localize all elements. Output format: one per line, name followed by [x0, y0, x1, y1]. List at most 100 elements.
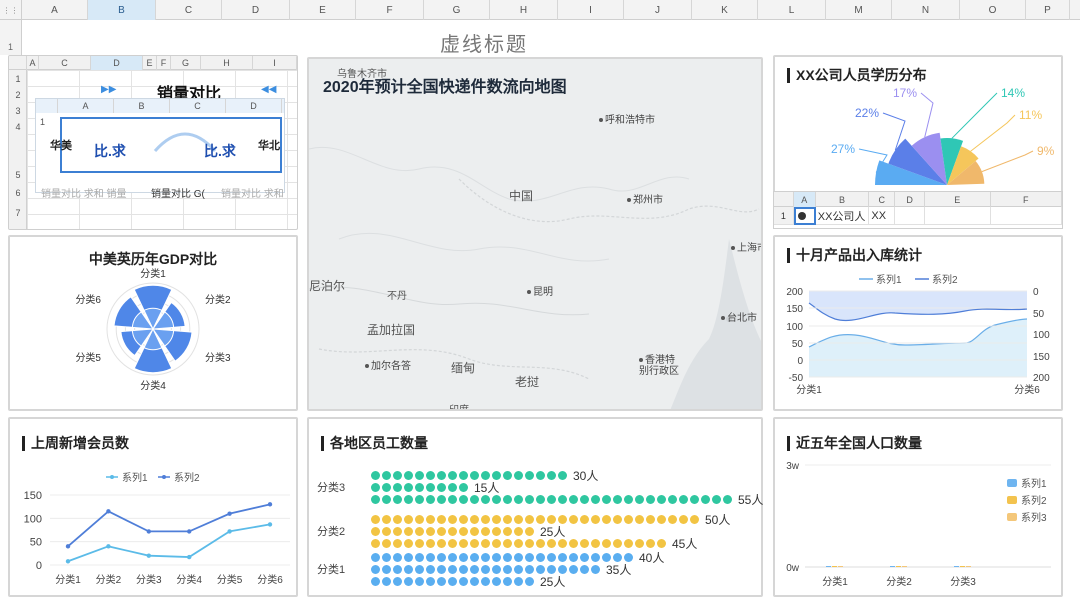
column-header-h[interactable]: H	[490, 0, 558, 20]
dot-mark	[382, 495, 391, 504]
education-sheet-header: ABCDEF	[774, 192, 1062, 207]
dot-mark	[569, 515, 578, 524]
cell-formula-2[interactable]: 比.求	[204, 141, 236, 161]
cell-b1[interactable]: XX公司人	[815, 207, 870, 225]
stock-panel: 十月产品出入库统计 系列1 系列2 200 150 100 50 0 -50 0 50 100 150…	[773, 235, 1063, 411]
row6-left-cell[interactable]: 销量对比 求和 销量	[41, 185, 127, 200]
sheet-row-1[interactable]: 1	[9, 74, 27, 84]
map-place-label[interactable]: 香港特别行政区	[639, 355, 679, 377]
map-place-label[interactable]: 乌鲁木齐市	[337, 65, 387, 80]
map-place-label[interactable]: 呼和浩特市	[599, 111, 655, 126]
sheet-column-f[interactable]: F	[991, 192, 1062, 207]
map-place-label[interactable]: 老挝	[515, 373, 539, 390]
dot-mark	[580, 539, 589, 548]
sheet-row-2[interactable]: 2	[9, 90, 27, 100]
column-header-f[interactable]: F	[356, 0, 424, 20]
axis-tick-label: 分类6	[257, 573, 283, 586]
dot-mark	[613, 539, 622, 548]
bar-value-label: 40人	[639, 551, 665, 565]
sheet-column-c[interactable]: C	[869, 192, 896, 207]
map-place-label[interactable]: 孟加拉国	[367, 321, 415, 338]
column-header-g[interactable]: G	[424, 0, 490, 20]
map-place-label[interactable]: 郑州市	[627, 191, 663, 206]
map-place-label[interactable]: 尼泊尔	[309, 277, 345, 294]
sales-comparison-sheet[interactable]: ACDEFGHI 1234567 ▶▶ ◀◀ 销量对比 ABCD 1 华美 比.…	[8, 55, 298, 230]
map-place-label[interactable]: 上海市	[731, 239, 761, 254]
legend-label: 系列2	[932, 273, 958, 286]
nested-column-a[interactable]: A	[58, 99, 114, 113]
map-place-label[interactable]: 印度	[449, 401, 469, 409]
cell-c1[interactable]: XX	[869, 207, 896, 225]
cell-formula-1[interactable]: 比.求	[94, 141, 126, 161]
column-header-e[interactable]: E	[290, 0, 356, 20]
column-header-l[interactable]: L	[758, 0, 826, 20]
axis-tick-label: 50	[30, 537, 42, 549]
legend-item: 系列3	[1007, 509, 1047, 524]
map-place-label[interactable]: 缅甸	[451, 359, 475, 376]
sheet-column-e[interactable]: E	[925, 192, 991, 207]
data-point	[227, 529, 232, 534]
map-place-label[interactable]: 台北市	[721, 309, 757, 324]
education-sheet-row[interactable]: 1 XX公司人 XX	[774, 207, 1062, 225]
dot-mark	[448, 495, 457, 504]
column-header-b[interactable]: B	[88, 0, 156, 20]
sheet-column-e[interactable]: E	[143, 56, 157, 70]
dot-mark	[624, 495, 633, 504]
population-title-text: 近五年全国人口数量	[796, 435, 922, 451]
row-number[interactable]: 1	[0, 42, 21, 52]
sheet-row-6[interactable]: 6	[9, 188, 27, 198]
column-header-i[interactable]: I	[558, 0, 624, 20]
column-header-p[interactable]: P	[1026, 0, 1070, 20]
nested-column-c[interactable]: C	[170, 99, 226, 113]
column-header-m[interactable]: M	[826, 0, 892, 20]
sheet-corner[interactable]	[774, 192, 794, 207]
sheet-corner[interactable]	[9, 56, 27, 70]
nested-column-d[interactable]: D	[226, 99, 282, 113]
map-place-label[interactable]: 不丹	[387, 287, 407, 302]
nested-corner[interactable]	[36, 99, 58, 113]
nested-sheet[interactable]: ABCD 1 华美 比.求 比.求 华北	[35, 98, 285, 193]
map-place-label[interactable]: 昆明	[527, 283, 553, 298]
column-header-d[interactable]: D	[222, 0, 290, 20]
column-header-a[interactable]: A	[22, 0, 88, 20]
sheet-column-a[interactable]: A	[793, 192, 816, 207]
column-header-o[interactable]: O	[960, 0, 1026, 20]
nested-column-b[interactable]: B	[114, 99, 170, 113]
map-place-label[interactable]: 中国	[509, 187, 533, 204]
axis-tick-label: 0	[1033, 287, 1039, 298]
column-header-j[interactable]: J	[624, 0, 692, 20]
bar-mark	[966, 566, 971, 567]
row6-mid-cell[interactable]: 销量对比 G(	[151, 185, 205, 200]
column-header-k[interactable]: K	[692, 0, 758, 20]
dot-mark	[668, 495, 677, 504]
sheet-column-g[interactable]: G	[171, 56, 201, 70]
row6-right-cell[interactable]: 销量对比 求和	[221, 185, 284, 200]
sheet-row-7[interactable]: 7	[9, 208, 27, 218]
sheet-column-i[interactable]: I	[253, 56, 297, 70]
sheet-row-4[interactable]: 4	[9, 122, 27, 132]
sheet-column-f[interactable]: F	[157, 56, 171, 70]
grid-icon[interactable]: ⋮⋮	[0, 0, 22, 20]
sheet-column-a[interactable]: A	[27, 56, 39, 70]
map-panel[interactable]: 2020年预计全国快递件数流向地图 乌鲁木齐市呼和浩特市中国郑州市上海市尼泊尔不…	[307, 57, 763, 411]
column-header-n[interactable]: N	[892, 0, 960, 20]
dot-mark	[426, 495, 435, 504]
sheet-column-b[interactable]: B	[816, 192, 870, 207]
dot-mark	[723, 495, 732, 504]
selected-cell[interactable]	[793, 207, 816, 225]
map-place-name: 台北市	[727, 313, 757, 324]
sheet-column-h[interactable]: H	[201, 56, 253, 70]
sheet-column-d[interactable]: D	[91, 56, 143, 70]
map-place-label[interactable]: 加尔各答	[365, 357, 411, 372]
sheet-column-d[interactable]: D	[895, 192, 925, 207]
column-header-c[interactable]: C	[156, 0, 222, 20]
data-point	[146, 553, 151, 558]
cell-f1[interactable]	[990, 207, 1062, 225]
sheet-column-c[interactable]: C	[39, 56, 91, 70]
education-sheet[interactable]: ABCDEF 1 XX公司人 XX	[773, 191, 1063, 229]
cell-e1[interactable]	[924, 207, 991, 225]
sheet-row-3[interactable]: 3	[9, 106, 27, 116]
cell-d1[interactable]	[895, 207, 925, 225]
sheet-row-5[interactable]: 5	[9, 170, 27, 180]
dot-mark	[415, 495, 424, 504]
